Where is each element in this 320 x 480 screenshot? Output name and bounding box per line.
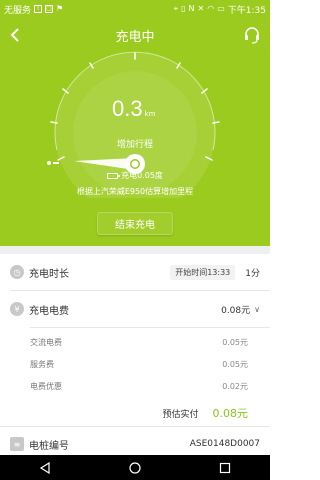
total-label: 预估实付 [162, 409, 199, 420]
range-estimate-note: 根据上汽荣威E950估算增加里程 [76, 187, 194, 196]
location-icon: ⌖ [173, 4, 179, 13]
range-caption: 增加行程 [116, 140, 153, 150]
title-bar: 充电中 [0, 18, 270, 52]
service-fee-value: 0.05元 [222, 359, 248, 369]
notification-icon: ! [34, 5, 43, 13]
pile-value: ASE0148D0007 [189, 439, 260, 449]
triangle-back-icon [39, 461, 50, 474]
back-button[interactable] [6, 26, 24, 44]
clock-text: 下午1:35 [227, 5, 266, 16]
charged-energy-text: 充电0.05度 [121, 171, 163, 180]
customer-service-button[interactable] [242, 25, 262, 45]
fee-label: 充电电费 [29, 305, 69, 317]
ac-fee-label: 交流电费 [30, 337, 62, 347]
divider [30, 327, 270, 328]
yuan-icon: ¥ [10, 302, 24, 316]
total-value: 0.08元 [212, 407, 249, 420]
system-home-button[interactable] [125, 458, 145, 478]
range-readout: 0.3 km [112, 96, 155, 122]
nfc-icon: N [188, 4, 195, 13]
system-back-button[interactable] [35, 458, 55, 478]
carrier-text: 无服务 [4, 5, 32, 16]
service-fee-row: 服务费 0.05元 [0, 354, 270, 374]
vibrate-icon: ▯ [181, 4, 186, 13]
end-charging-button[interactable]: 结束充电 [97, 212, 173, 235]
wifi-icon: ◠ [207, 4, 215, 13]
page-title: 充电中 [115, 29, 155, 45]
clock-icon: ◷ [10, 265, 24, 279]
range-value: 0.3 [112, 96, 143, 121]
chevron-left-icon [10, 28, 19, 42]
service-fee-label: 服务费 [30, 359, 54, 369]
headset-icon [245, 27, 259, 44]
chevron-down-icon[interactable]: ∨ [254, 305, 260, 314]
fee-row[interactable]: ¥ 充电电费 0.08元 ∨ [0, 291, 270, 327]
charging-panel: 充电中 0.3 km 增加行程 充电0.05度 根据上汽荣威E950估算增加里程… [0, 18, 270, 246]
circle-home-icon [129, 461, 141, 474]
total-row: 预估实付 0.08元 [0, 402, 270, 424]
flag-icon: ⚑ [56, 4, 64, 13]
system-recents-button[interactable] [215, 458, 235, 478]
duration-value: 1分 [245, 268, 260, 279]
mute-icon: ✕ [197, 4, 205, 13]
divider [0, 426, 270, 427]
start-time-badge: 开始时间13:33 [170, 264, 236, 280]
system-navigation-bar [0, 455, 270, 480]
square-recents-icon [219, 462, 231, 473]
document-icon: ≡ [10, 437, 24, 451]
fee-value: 0.08元 [221, 305, 251, 316]
app-notification-icon: ▢ [45, 5, 54, 13]
battery-status-icon: ▭ [217, 4, 225, 13]
discount-value: 0.02元 [222, 381, 248, 391]
discount-label: 电费优惠 [30, 381, 62, 391]
charged-energy: 充电0.05度 [0, 170, 270, 181]
status-bar: 无服务 ! ▢ ⚑ ⌖ ▯ N ✕ ◠ ▭ 下午1:35 [0, 0, 270, 18]
charging-details: ◷ 充电时长 开始时间13:33 1分 ¥ 充电电费 0.08元 ∨ 交流电费 … [0, 246, 270, 455]
battery-icon [107, 172, 121, 179]
ac-fee-value: 0.05元 [222, 337, 248, 347]
pile-label: 电桩编号 [29, 440, 69, 452]
ac-fee-row: 交流电费 0.05元 [0, 332, 270, 352]
range-unit: km [144, 110, 156, 118]
duration-row: ◷ 充电时长 开始时间13:33 1分 [0, 254, 270, 290]
discount-row: 电费优惠 0.02元 [0, 376, 270, 396]
duration-label: 充电时长 [29, 268, 69, 280]
